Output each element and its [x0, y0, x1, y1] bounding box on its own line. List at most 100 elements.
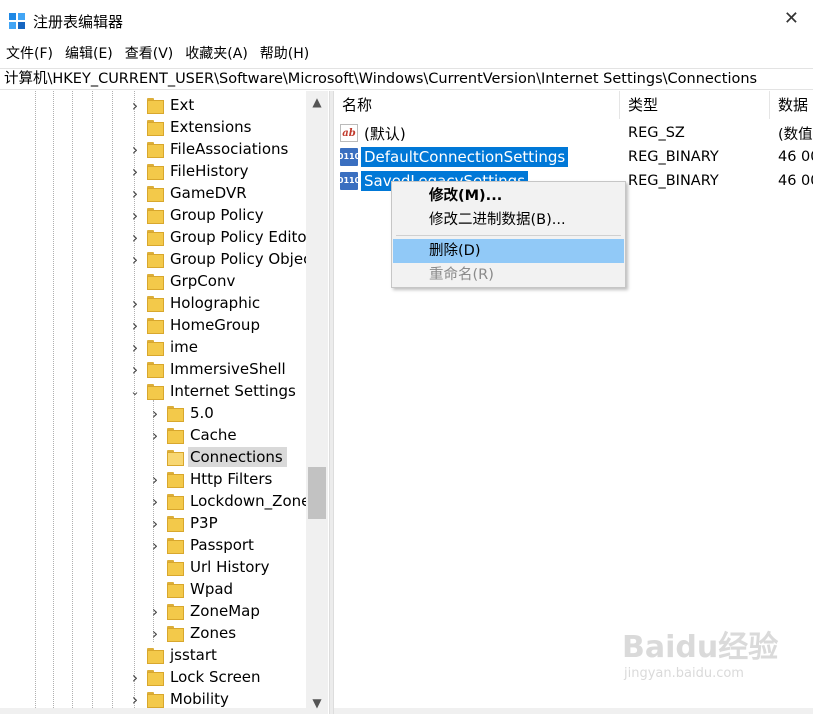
chevron-right-icon[interactable]: › — [128, 292, 142, 314]
chevron-right-icon[interactable]: › — [128, 314, 142, 336]
chevron-right-icon[interactable]: › — [148, 468, 162, 490]
tree-scrollbar[interactable]: ▲ ▼ — [306, 91, 328, 714]
tree-horizontal-scrollbar[interactable] — [0, 708, 306, 714]
tree-node[interactable]: ⌄ Internet Settings — [128, 380, 300, 402]
chevron-right-icon[interactable]: › — [148, 600, 162, 622]
folder-icon — [167, 582, 184, 598]
value-name: (默认) — [364, 124, 406, 143]
chevron-right-icon[interactable]: › — [148, 402, 162, 424]
tree-node[interactable]: › Lockdown_Zones — [148, 490, 322, 512]
tree-node[interactable]: Wpad — [148, 578, 237, 600]
menu-favorites[interactable]: 收藏夹(A) — [179, 42, 254, 66]
folder-icon — [147, 120, 164, 136]
chevron-right-icon[interactable]: › — [128, 204, 142, 226]
menu-view[interactable]: 查看(V) — [119, 42, 180, 66]
chevron-right-icon[interactable]: › — [148, 490, 162, 512]
tree-node[interactable]: › Http Filters — [148, 468, 276, 490]
chevron-right-icon[interactable]: › — [128, 358, 142, 380]
chevron-right-icon[interactable]: › — [128, 666, 142, 688]
title-bar: 注册表编辑器 ✕ — [0, 0, 813, 42]
folder-icon — [167, 516, 184, 532]
folder-icon — [147, 648, 164, 664]
scroll-thumb[interactable] — [308, 467, 326, 519]
folder-icon — [167, 406, 184, 422]
tree-node[interactable]: › Group Policy Objects — [128, 248, 328, 270]
chevron-right-icon[interactable]: › — [148, 534, 162, 556]
tree-node[interactable]: Url History — [148, 556, 273, 578]
tree-node[interactable]: › FileAssociations — [128, 138, 292, 160]
value-type: REG_BINARY — [628, 149, 719, 165]
menu-item-rename[interactable]: 重命名(R) — [393, 263, 624, 287]
string-value-icon: ab — [340, 124, 358, 142]
chevron-right-icon[interactable]: › — [128, 226, 142, 248]
tree-node[interactable]: › FileHistory — [128, 160, 252, 182]
tree-node-label: Url History — [190, 558, 270, 576]
scroll-down-arrow-icon[interactable]: ▼ — [306, 696, 328, 710]
chevron-right-icon[interactable]: › — [128, 336, 142, 358]
list-horizontal-scrollbar[interactable] — [334, 708, 813, 714]
chevron-down-icon[interactable]: ⌄ — [128, 380, 142, 402]
tree-node[interactable]: › Cache — [148, 424, 241, 446]
folder-icon — [147, 142, 164, 158]
menu-bar: 文件(F) 编辑(E) 查看(V) 收藏夹(A) 帮助(H) — [0, 42, 813, 66]
tree-node[interactable]: Connections — [148, 446, 287, 468]
tree-node[interactable]: › Passport — [148, 534, 258, 556]
tree-node-label: Group Policy Editor — [170, 228, 313, 246]
tree-node[interactable]: › Group Policy Editor — [128, 226, 317, 248]
chevron-right-icon[interactable]: › — [128, 94, 142, 116]
chevron-right-icon[interactable]: › — [148, 424, 162, 446]
tree-node[interactable]: Extensions — [128, 116, 255, 138]
tree-node[interactable]: jsstart — [128, 644, 221, 666]
tree-node[interactable]: › Mobility — [128, 688, 233, 710]
menu-item-modify-binary[interactable]: 修改二进制数据(B)... — [393, 208, 624, 232]
tree-node[interactable]: › HomeGroup — [128, 314, 264, 336]
menu-help[interactable]: 帮助(H) — [254, 42, 315, 66]
column-type-header[interactable]: 类型 — [620, 91, 770, 119]
tree-node-label: Lock Screen — [170, 668, 261, 686]
scroll-up-arrow-icon[interactable]: ▲ — [306, 95, 328, 109]
chevron-right-icon[interactable]: › — [128, 248, 142, 270]
folder-icon — [167, 604, 184, 620]
chevron-right-icon[interactable]: › — [128, 138, 142, 160]
tree-node-label: Mobility — [170, 690, 229, 708]
tree-node[interactable]: › Lock Screen — [128, 666, 265, 688]
tree-node[interactable]: GrpConv — [128, 270, 239, 292]
tree-node-label: HomeGroup — [170, 316, 260, 334]
folder-icon — [147, 208, 164, 224]
value-row[interactable]: ab (默认) REG_SZ (数值 — [334, 121, 813, 145]
chevron-right-icon[interactable]: › — [128, 182, 142, 204]
tree-node[interactable]: › ZoneMap — [148, 600, 264, 622]
close-button[interactable]: ✕ — [784, 8, 799, 29]
folder-icon — [167, 450, 184, 466]
column-data-header[interactable]: 数据 — [770, 91, 813, 119]
tree-node-label: jsstart — [170, 646, 217, 664]
folder-icon — [147, 670, 164, 686]
chevron-right-icon[interactable]: › — [148, 512, 162, 534]
column-name-header[interactable]: 名称 — [334, 91, 620, 119]
menu-item-delete[interactable]: 删除(D) — [393, 239, 624, 263]
tree-node[interactable]: › ime — [128, 336, 202, 358]
tree-node[interactable]: › Group Policy — [128, 204, 268, 226]
tree-node[interactable]: › GameDVR — [128, 182, 251, 204]
value-row[interactable]: 0110 DefaultConnectionSettings REG_BINAR… — [334, 145, 813, 169]
tree-node[interactable]: › Zones — [148, 622, 240, 644]
chevron-right-icon[interactable]: › — [128, 160, 142, 182]
tree-node[interactable]: › 5.0 — [148, 402, 218, 424]
tree-node[interactable]: › ImmersiveShell — [128, 358, 290, 380]
chevron-right-icon[interactable]: › — [148, 622, 162, 644]
menu-edit[interactable]: 编辑(E) — [59, 42, 119, 66]
chevron-right-icon[interactable]: › — [128, 688, 142, 710]
value-data: 46 00 — [778, 173, 813, 189]
tree-node-label: Zones — [190, 624, 237, 642]
tree-node[interactable]: › P3P — [148, 512, 222, 534]
menu-file[interactable]: 文件(F) — [0, 42, 59, 66]
menu-item-modify[interactable]: 修改(M)... — [393, 184, 624, 208]
key-tree[interactable]: › Ext Extensions › FileAssociations › FileHist… — [0, 91, 328, 714]
tree-node[interactable]: › Holographic — [128, 292, 264, 314]
menu-separator — [396, 235, 621, 236]
address-bar[interactable]: 计算机\HKEY_CURRENT_USER\Software\Microsoft… — [0, 68, 813, 90]
folder-icon — [147, 98, 164, 114]
tree-node[interactable]: › Ext — [128, 94, 198, 116]
